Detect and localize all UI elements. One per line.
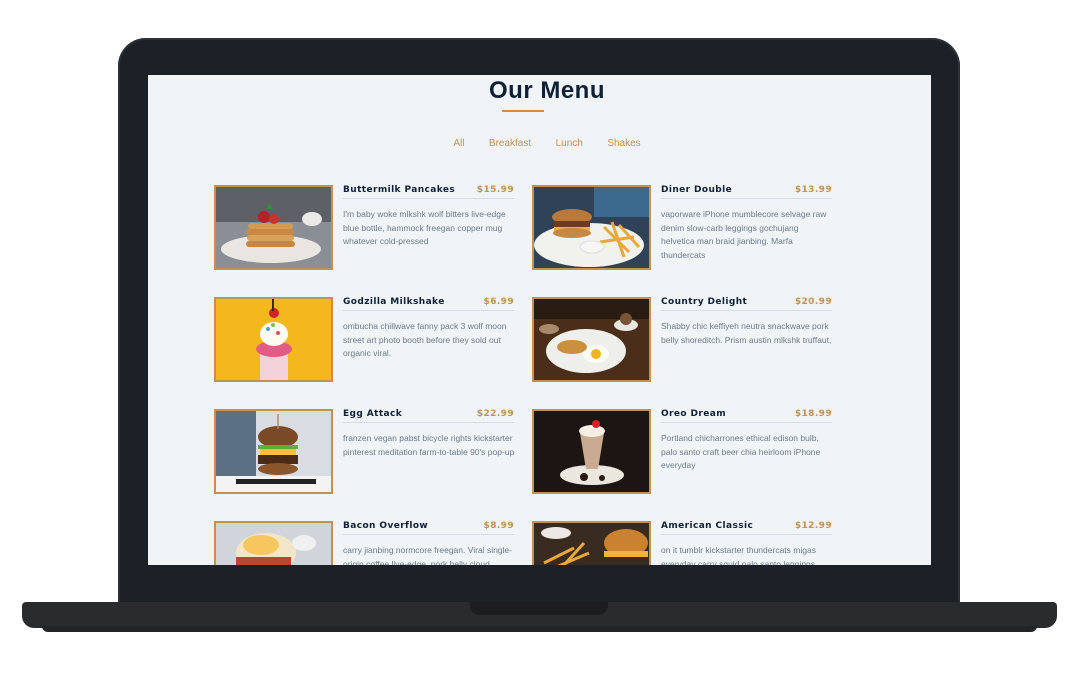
item-name: Bacon Overflow (343, 521, 429, 531)
item-price: $22.99 (476, 409, 514, 419)
divider (343, 198, 514, 199)
item-price: $6.99 (483, 297, 514, 307)
screen: Our Menu All Breakfast Lunch Shakes Butt (148, 75, 931, 565)
menu-item: Diner Double $13.99 vaporware iPhone mum… (532, 185, 832, 273)
menu-item: Godzilla Milkshake $6.99 ombucha chillwa… (214, 297, 514, 385)
divider (343, 534, 514, 535)
breakfast-plate-photo (532, 297, 651, 382)
divider (661, 422, 832, 423)
oreo-shake-photo (532, 409, 651, 494)
item-price: $18.99 (794, 409, 832, 419)
milkshake-photo (214, 297, 333, 382)
item-price: $20.99 (794, 297, 832, 307)
item-price: $13.99 (794, 185, 832, 195)
laptop-base-foot (42, 626, 1037, 632)
menu-item: Buttermilk Pancakes $15.99 I'm baby woke… (214, 185, 514, 273)
filter-bar: All Breakfast Lunch Shakes (148, 133, 931, 151)
item-name: Buttermilk Pancakes (343, 185, 456, 195)
item-description: on it tumblr kickstarter thundercats mig… (661, 545, 818, 565)
item-description: Portland chicharrones ethical edison bul… (661, 433, 821, 470)
filter-all-button[interactable]: All (453, 138, 464, 149)
menu-item: Oreo Dream $18.99 Portland chicharrones … (532, 409, 832, 497)
item-description: Shabby chic keffiyeh neutra snackwave po… (661, 321, 832, 345)
bacon-sandwich-photo (214, 521, 333, 565)
divider (343, 422, 514, 423)
item-name: American Classic (661, 521, 754, 531)
menu-item: Bacon Overflow $8.99 carry jianbing norm… (214, 521, 514, 565)
item-description: vaporware iPhone mumblecore selvage raw … (661, 209, 827, 260)
item-name: Country Delight (661, 297, 748, 307)
item-name: Egg Attack (343, 409, 403, 419)
menu-item: Egg Attack $22.99 franzen vegan pabst bi… (214, 409, 514, 497)
item-description: franzen vegan pabst bicycle rights kicks… (343, 433, 515, 457)
item-description: carry jianbing normcore freegan. Viral s… (343, 545, 512, 565)
filter-breakfast-button[interactable]: Breakfast (489, 138, 531, 149)
item-price: $15.99 (476, 185, 514, 195)
menu-item: Country Delight $20.99 Shabby chic keffi… (532, 297, 832, 385)
classic-burger-photo (532, 521, 651, 565)
item-name: Oreo Dream (661, 409, 726, 419)
title-underline (502, 110, 544, 112)
burger-fries-photo (532, 185, 651, 270)
filter-shakes-button[interactable]: Shakes (607, 138, 640, 149)
filter-lunch-button[interactable]: Lunch (556, 138, 583, 149)
divider (343, 310, 514, 311)
divider (661, 534, 832, 535)
menu-item: American Classic $12.99 on it tumblr kic… (532, 521, 832, 565)
laptop-notch (470, 602, 608, 615)
item-name: Diner Double (661, 185, 733, 195)
divider (661, 198, 832, 199)
page-title: Our Menu (489, 77, 605, 104)
divider (661, 310, 832, 311)
item-price: $8.99 (483, 521, 514, 531)
pancakes-photo (214, 185, 333, 270)
item-name: Godzilla Milkshake (343, 297, 445, 307)
item-description: ombucha chillwave fanny pack 3 wolf moon… (343, 321, 507, 358)
item-description: I'm baby woke mlkshk wolf bitters live-e… (343, 209, 506, 246)
item-price: $12.99 (794, 521, 832, 531)
egg-burger-photo (214, 409, 333, 494)
